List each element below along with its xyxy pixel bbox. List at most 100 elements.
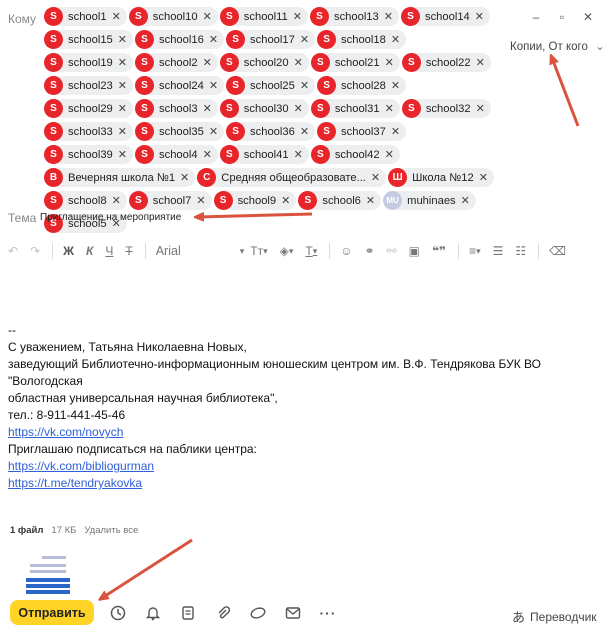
remove-recipient-icon[interactable]: ✕ xyxy=(294,56,303,69)
restore-icon[interactable]: ▫ xyxy=(556,10,568,24)
recipient-chip[interactable]: Sschool2 ✕ xyxy=(135,53,218,72)
envelope-icon[interactable] xyxy=(283,604,303,622)
recipient-chip[interactable]: Sschool10 ✕ xyxy=(128,7,218,26)
recipient-chip[interactable]: С Средняя общеобразовате... ✕ xyxy=(197,168,387,187)
close-icon[interactable]: ✕ xyxy=(582,10,594,24)
remove-recipient-icon[interactable]: ✕ xyxy=(118,33,127,46)
recipient-chip[interactable]: Sschool14 ✕ xyxy=(400,7,490,26)
recipient-chip[interactable]: Sschool25 ✕ xyxy=(226,76,316,95)
remove-recipient-icon[interactable]: ✕ xyxy=(476,102,485,115)
recipient-chip[interactable]: Sschool32 ✕ xyxy=(401,99,491,118)
remove-recipient-icon[interactable]: ✕ xyxy=(385,102,394,115)
text-size-button[interactable]: Тт ▾ xyxy=(250,241,267,261)
remove-recipient-icon[interactable]: ✕ xyxy=(196,194,205,207)
recipient-chip[interactable]: Sschool37 ✕ xyxy=(317,122,407,141)
clock-icon[interactable] xyxy=(108,604,128,622)
remove-recipient-icon[interactable]: ✕ xyxy=(203,56,212,69)
recipient-chip[interactable]: Sschool35 ✕ xyxy=(135,122,225,141)
underline-button[interactable]: Ч xyxy=(105,241,113,261)
remove-recipient-icon[interactable]: ✕ xyxy=(300,125,309,138)
attach-icon[interactable] xyxy=(213,604,233,622)
template-icon[interactable] xyxy=(178,604,198,622)
recipient-chip[interactable]: Sschool1 ✕ xyxy=(44,7,127,26)
recipient-chip[interactable]: Sschool8 ✕ xyxy=(44,191,127,210)
recipient-chip[interactable]: Sschool18 ✕ xyxy=(317,30,407,49)
recipient-chip[interactable]: Sschool13 ✕ xyxy=(309,7,399,26)
recipient-chip[interactable]: Sschool4 ✕ xyxy=(135,145,218,164)
recipient-chip[interactable]: Sschool19 ✕ xyxy=(44,53,134,72)
recipient-chip[interactable]: Sschool23 ✕ xyxy=(44,76,134,95)
recipient-chip[interactable]: Sschool6 ✕ xyxy=(298,191,382,210)
vk-personal-link[interactable]: https://vk.com/novych xyxy=(8,424,598,441)
remove-recipient-icon[interactable]: ✕ xyxy=(118,125,127,138)
recipient-chip[interactable]: Sschool39 ✕ xyxy=(44,145,134,164)
delete-all-button[interactable]: Удалить все xyxy=(84,525,138,536)
more-icon[interactable]: ··· xyxy=(318,604,338,622)
remove-recipient-icon[interactable]: ✕ xyxy=(203,148,212,161)
recipient-chip[interactable]: Sschool20 ✕ xyxy=(219,53,309,72)
remove-recipient-icon[interactable]: ✕ xyxy=(391,125,400,138)
remove-recipient-icon[interactable]: ✕ xyxy=(366,194,375,207)
remove-recipient-icon[interactable]: ✕ xyxy=(475,10,484,23)
translator-button[interactable]: あ Переводчик xyxy=(512,607,597,625)
telegram-link[interactable]: https://t.me/tendryakovka xyxy=(8,475,598,492)
fill-color-icon[interactable]: ◈ ▾ xyxy=(280,241,294,261)
recipient-chip[interactable]: Sschool41 ✕ xyxy=(219,145,309,164)
recipients-field[interactable]: Sschool1 ✕ Sschool10 ✕ Sschool11 ✕ Sschool13 ✕ S… xyxy=(44,7,494,233)
italic-button[interactable]: К xyxy=(86,241,93,261)
recipient-chip[interactable]: Sschool22 ✕ xyxy=(401,53,491,72)
recipient-chip[interactable]: Sschool24 ✕ xyxy=(135,76,225,95)
remove-recipient-icon[interactable]: ✕ xyxy=(391,33,400,46)
unlink-icon[interactable]: ⚯ xyxy=(387,241,397,261)
remove-recipient-icon[interactable]: ✕ xyxy=(118,79,127,92)
remove-recipient-icon[interactable]: ✕ xyxy=(118,148,127,161)
remove-recipient-icon[interactable]: ✕ xyxy=(371,171,380,184)
recipient-chip[interactable]: Sschool7 ✕ xyxy=(128,191,212,210)
remove-recipient-icon[interactable]: ✕ xyxy=(118,102,127,115)
recipient-chip[interactable]: Sschool11 ✕ xyxy=(219,7,308,26)
remove-recipient-icon[interactable]: ✕ xyxy=(281,194,290,207)
remove-recipient-icon[interactable]: ✕ xyxy=(384,10,393,23)
recipient-chip[interactable]: Sschool42 ✕ xyxy=(310,145,400,164)
recipient-chip[interactable]: Sschool31 ✕ xyxy=(310,99,400,118)
remove-recipient-icon[interactable]: ✕ xyxy=(300,33,309,46)
remove-recipient-icon[interactable]: ✕ xyxy=(180,171,189,184)
minimize-icon[interactable]: – xyxy=(530,10,542,24)
remove-recipient-icon[interactable]: ✕ xyxy=(209,79,218,92)
emoji-icon[interactable]: ☺ xyxy=(340,241,352,261)
recipient-chip[interactable]: Sschool3 ✕ xyxy=(135,99,218,118)
remove-recipient-icon[interactable]: ✕ xyxy=(385,56,394,69)
bold-button[interactable]: Ж xyxy=(63,241,74,261)
recipient-chip[interactable]: Sschool29 ✕ xyxy=(44,99,134,118)
quote-icon[interactable]: ❝❞ xyxy=(432,241,446,261)
vk-public-link[interactable]: https://vk.com/bibliogurman xyxy=(8,458,598,475)
font-dropdown-icon[interactable]: ▾ xyxy=(240,241,245,261)
redo-icon[interactable]: ↷ xyxy=(30,241,40,261)
strikethrough-button[interactable]: Т xyxy=(125,241,132,261)
message-body[interactable]: -- С уважением, Татьяна Николаевна Новых… xyxy=(8,322,598,492)
recipient-chip[interactable]: Sschool15 ✕ xyxy=(44,30,134,49)
remove-recipient-icon[interactable]: ✕ xyxy=(479,171,488,184)
remove-recipient-icon[interactable]: ✕ xyxy=(294,102,303,115)
remove-recipient-icon[interactable]: ✕ xyxy=(209,125,218,138)
recipient-chip[interactable]: Sschool21 ✕ xyxy=(310,53,400,72)
remove-recipient-icon[interactable]: ✕ xyxy=(209,33,218,46)
recipient-chip[interactable]: Sschool36 ✕ xyxy=(226,122,316,141)
subject-input[interactable]: Приглашение на мероприятие xyxy=(40,212,181,223)
remove-recipient-icon[interactable]: ✕ xyxy=(461,194,470,207)
font-select[interactable]: Arial xyxy=(156,241,228,261)
bell-icon[interactable] xyxy=(143,604,163,622)
remove-recipient-icon[interactable]: ✕ xyxy=(203,10,212,23)
recipient-chip[interactable]: Ш Школа №12 ✕ xyxy=(388,168,494,187)
recipient-chip[interactable]: Sschool30 ✕ xyxy=(219,99,309,118)
remove-recipient-icon[interactable]: ✕ xyxy=(294,148,303,161)
recipient-chip[interactable]: В Вечерняя школа №1 ✕ xyxy=(44,168,196,187)
align-icon[interactable]: ≡ ▾ xyxy=(469,241,481,261)
undo-icon[interactable]: ↶ xyxy=(8,241,18,261)
bullet-list-icon[interactable]: ☰ xyxy=(493,241,504,261)
remove-recipient-icon[interactable]: ✕ xyxy=(118,56,127,69)
remove-recipient-icon[interactable]: ✕ xyxy=(300,79,309,92)
remove-recipient-icon[interactable]: ✕ xyxy=(112,194,121,207)
remove-recipient-icon[interactable]: ✕ xyxy=(293,10,302,23)
cc-from-toggle[interactable]: Копии, От кого ⌄ xyxy=(510,39,605,53)
